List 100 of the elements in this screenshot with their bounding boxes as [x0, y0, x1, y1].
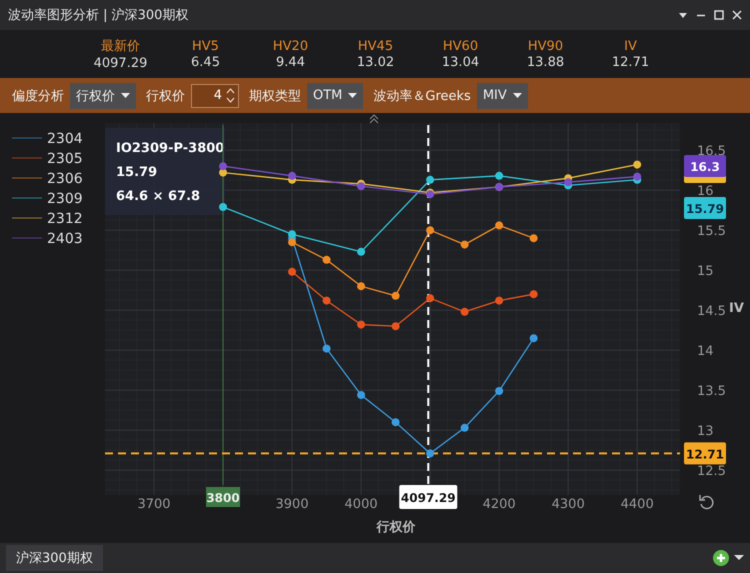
data-point — [460, 308, 469, 316]
legend-label: 2305 — [47, 151, 83, 167]
data-point — [322, 344, 331, 353]
data-point — [495, 387, 504, 395]
data-point — [357, 282, 366, 290]
toolbar-label: 期权类型 — [249, 88, 301, 104]
add-icon[interactable] — [713, 550, 729, 566]
data-point — [322, 256, 331, 264]
data-point — [288, 172, 296, 180]
ref-line-label: 12.71 — [686, 447, 724, 462]
y-tick-label: 15 — [697, 264, 714, 280]
stat-value: 13.04 — [442, 54, 480, 70]
dropdown[interactable]: 行权价 — [70, 82, 136, 108]
stat-value: 6.45 — [191, 54, 220, 70]
data-point — [495, 296, 504, 305]
data-point — [426, 226, 434, 234]
reset-icon[interactable] — [699, 495, 714, 510]
data-point — [633, 172, 642, 181]
x-tick-label: 4000 — [344, 497, 378, 512]
data-point — [219, 162, 228, 170]
y-tick-label: 12.5 — [697, 464, 726, 480]
legend-label: 2309 — [47, 191, 83, 207]
value-tag: 16.3 — [684, 155, 726, 177]
y-tick-label: 13.5 — [697, 384, 726, 400]
y-tick-label: 15.5 — [697, 224, 726, 240]
data-point — [322, 296, 331, 305]
stat-value: 9.44 — [276, 54, 305, 70]
data-point — [564, 178, 572, 186]
stat-label: HV45 — [358, 38, 394, 54]
stat-label: HV5 — [192, 38, 219, 54]
data-point — [288, 238, 296, 246]
tooltip-value: 15.79 — [116, 165, 158, 180]
close-icon[interactable] — [732, 10, 742, 20]
data-point — [357, 391, 366, 399]
caret-icon — [348, 92, 358, 98]
stat-value: 13.02 — [356, 54, 394, 70]
data-point — [426, 176, 434, 184]
data-point — [219, 168, 228, 177]
data-point — [530, 334, 538, 342]
bottom-tab[interactable]: 沪深300期权 — [6, 545, 103, 571]
data-point — [219, 203, 228, 211]
dropdown-icon[interactable] — [678, 11, 688, 19]
data-point — [392, 322, 400, 330]
dropdown[interactable]: OTM — [307, 82, 364, 108]
legend-label: 2312 — [47, 211, 83, 227]
stat-label: HV90 — [528, 38, 564, 54]
ref-line-label: 4097.29 — [400, 491, 456, 505]
value-tag: 15.79 — [684, 197, 726, 219]
stat-value: 13.88 — [526, 54, 564, 70]
toolbar-label: 偏度分析 — [12, 88, 64, 104]
data-point — [288, 268, 296, 276]
x-tick-label: 3900 — [276, 497, 309, 512]
caret-icon — [121, 92, 130, 98]
y-tick-label: 14 — [697, 344, 714, 360]
data-point — [495, 221, 504, 230]
y-tick-label: 13 — [697, 424, 714, 440]
data-point — [288, 230, 296, 238]
legend-label: 2304 — [47, 131, 83, 147]
toolbar-label: 波动率＆Greeks — [373, 88, 471, 104]
tooltip-title: IO2309-P-3800 — [116, 141, 224, 156]
value-tag: 12.71 — [684, 442, 726, 464]
legend-label: 2403 — [47, 231, 83, 247]
y-tick-label: 16 — [697, 184, 714, 200]
data-point — [633, 160, 642, 169]
x-tick-label: 3700 — [137, 497, 171, 512]
data-point — [357, 182, 366, 190]
y-tick-label: 14.5 — [697, 304, 726, 320]
data-point — [357, 248, 366, 256]
stat-value: 12.71 — [612, 54, 650, 70]
x-tick-label: 4200 — [482, 497, 516, 512]
stat-label: IV — [624, 38, 637, 54]
data-point — [392, 292, 400, 300]
data-point — [460, 424, 469, 432]
x-tick-label: 4300 — [552, 497, 585, 512]
dropdown[interactable]: MIV — [476, 82, 528, 108]
x-axis-title: 行权价 — [376, 520, 416, 535]
data-point — [392, 418, 400, 426]
number-spinner[interactable]: 4 — [191, 84, 239, 108]
maximize-icon[interactable] — [714, 10, 724, 20]
toolbar-label: 行权价 — [146, 88, 185, 104]
data-point — [530, 290, 538, 298]
stat-label: HV20 — [272, 38, 308, 54]
data-point — [495, 172, 504, 180]
data-point — [460, 240, 469, 249]
stat-label: 最新价 — [101, 38, 140, 55]
data-point — [530, 234, 538, 242]
legend-label: 2306 — [47, 171, 83, 187]
data-point — [426, 449, 434, 458]
ref-line-label: 3800 — [206, 491, 240, 505]
cursor-value-tag: 4097.29 — [399, 485, 458, 509]
data-point — [426, 294, 434, 302]
caret-icon — [512, 92, 522, 98]
stat-value: 4097.29 — [94, 56, 148, 71]
window-title: 波动率图形分析 | 沪深300期权 — [8, 7, 188, 24]
collapse-icon[interactable] — [370, 114, 378, 124]
stat-label: HV60 — [442, 38, 478, 54]
x-marker-tag: 3800 — [206, 487, 240, 507]
caret-icon[interactable] — [734, 555, 744, 561]
x-tick-label: 4400 — [620, 497, 654, 512]
tooltip-size: 64.6 × 67.8 — [116, 189, 200, 204]
